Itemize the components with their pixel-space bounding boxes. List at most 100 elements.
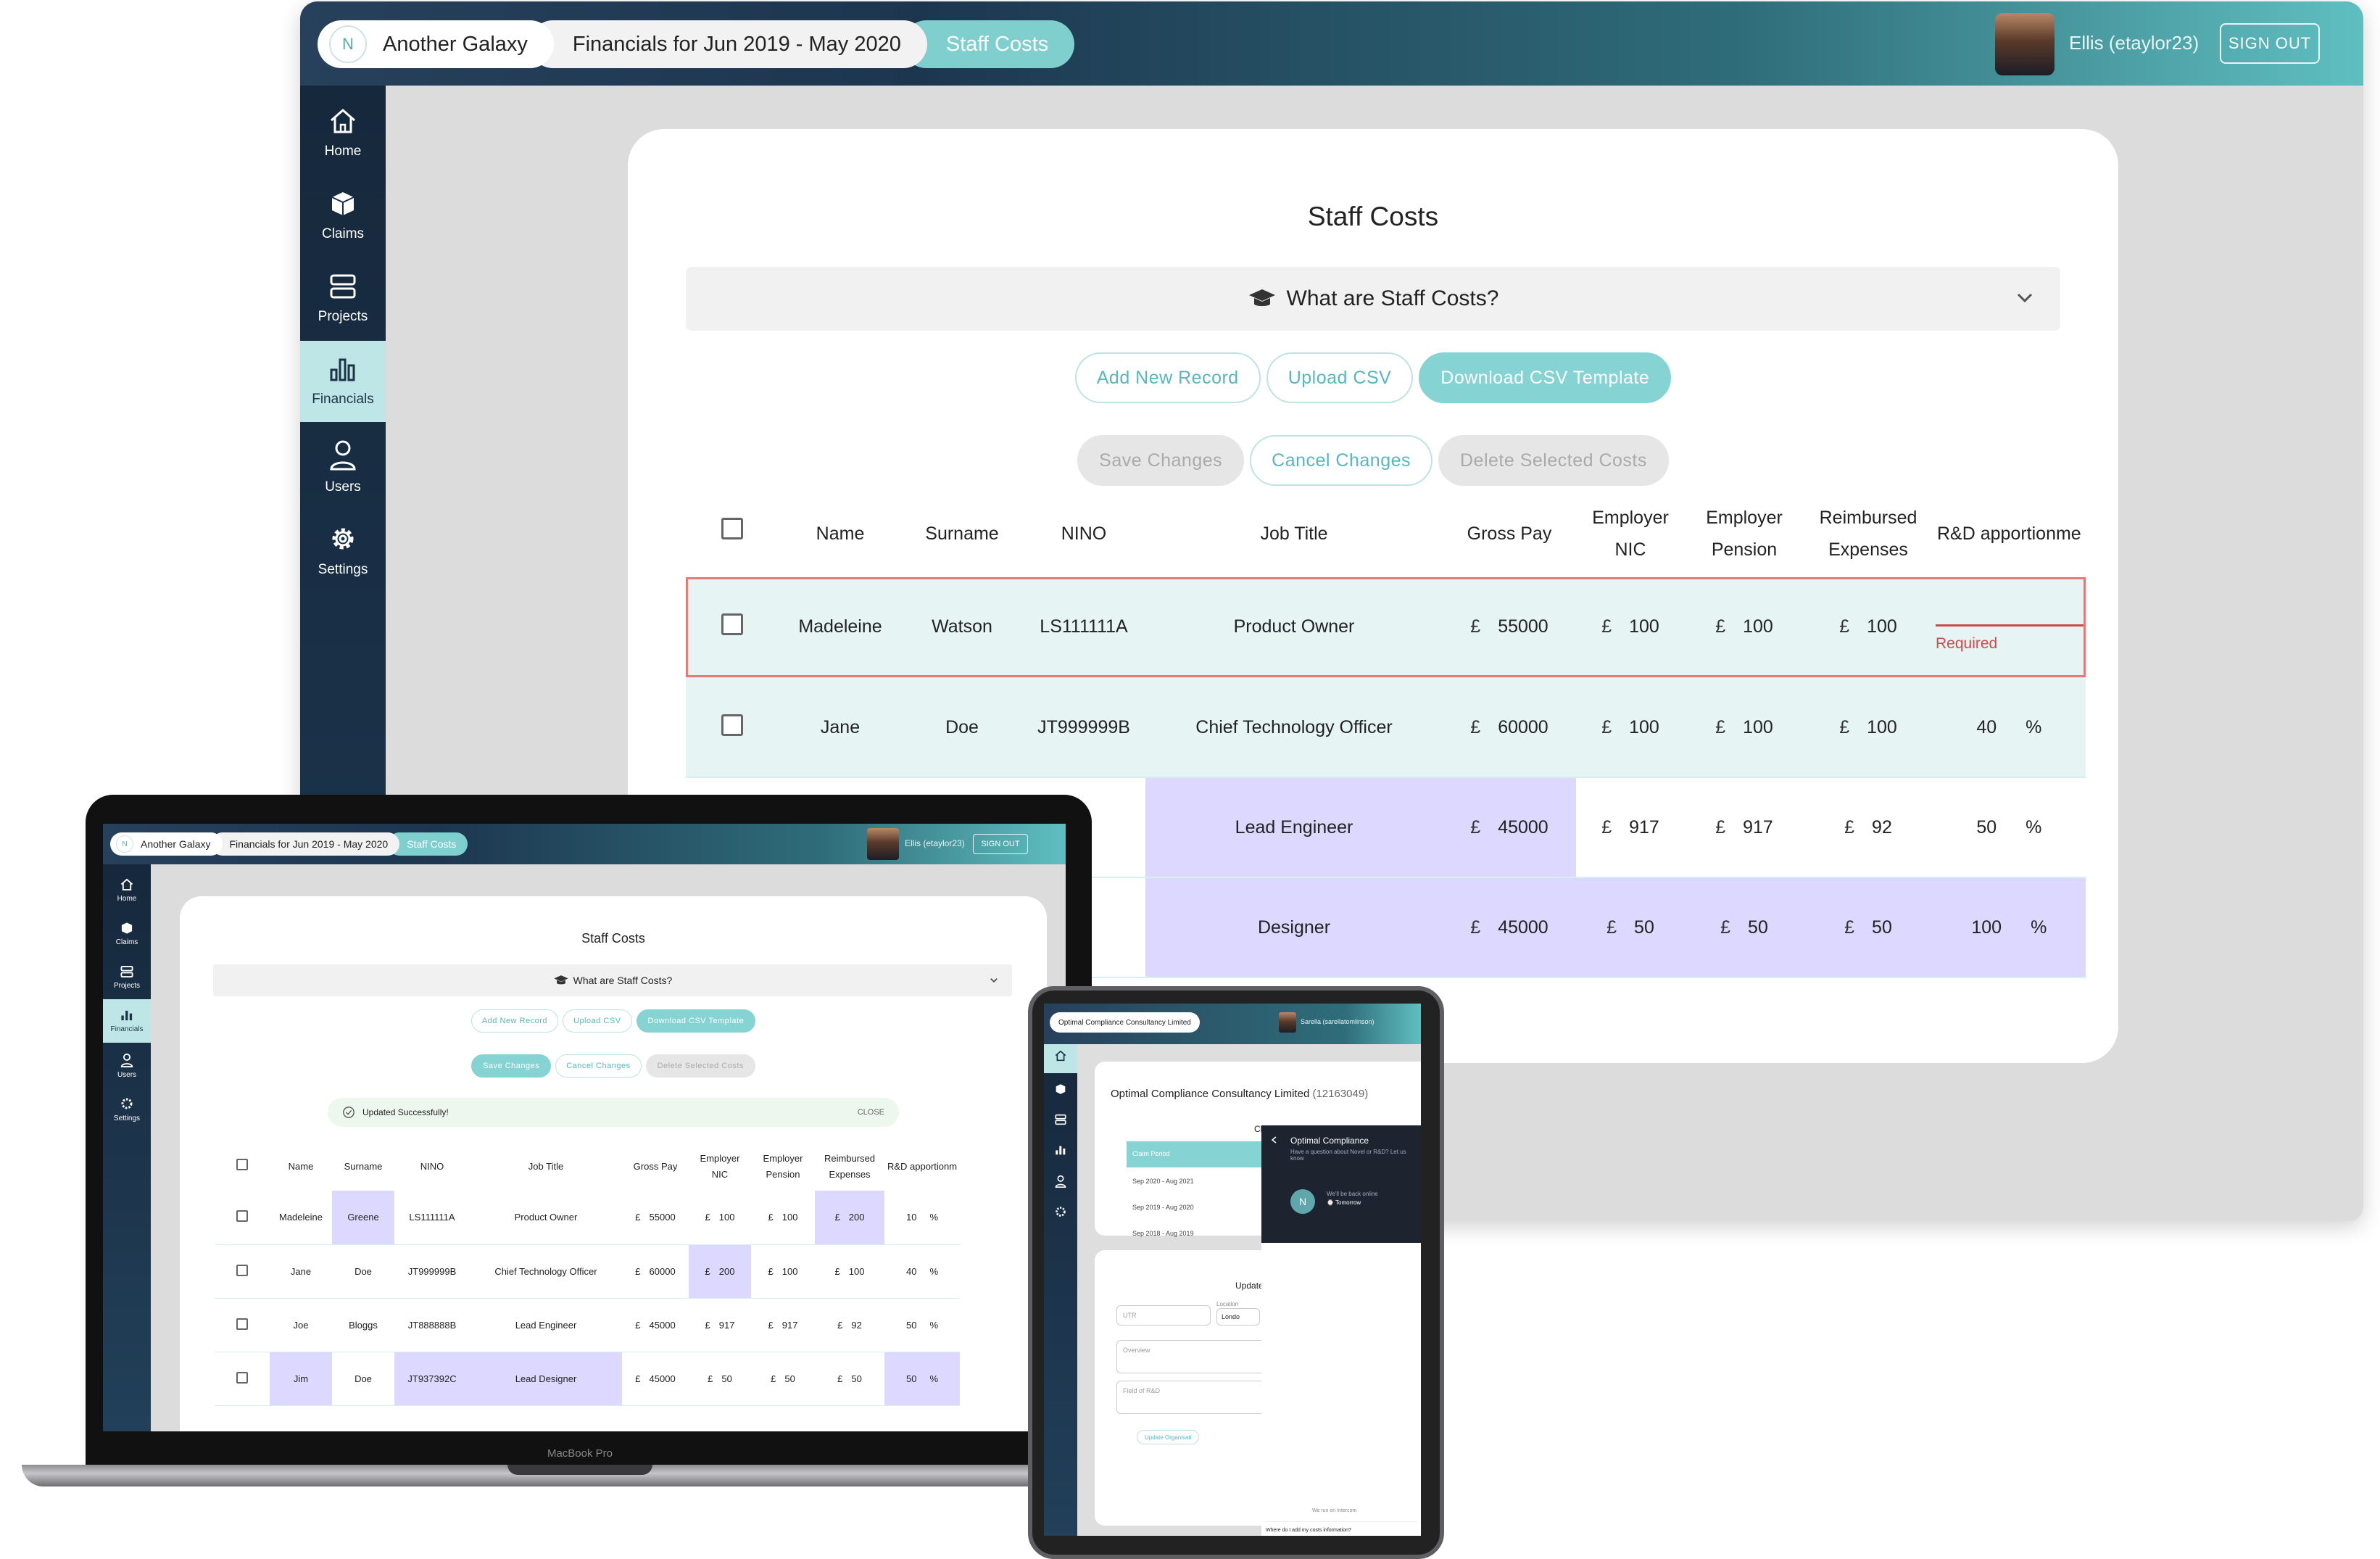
breadcrumb-company[interactable]: Optimal Compliance Consultancy Limited: [1050, 1012, 1200, 1033]
cell-employer-pension[interactable]: £100: [1685, 677, 1804, 778]
cell-surname[interactable]: Doe: [332, 1244, 394, 1299]
column-header[interactable]: NINO: [394, 1143, 470, 1191]
cell-job-title[interactable]: Lead Engineer: [470, 1298, 622, 1352]
cell-surname[interactable]: Doe: [902, 677, 1022, 778]
column-header[interactable]: Gross Pay: [1443, 490, 1576, 577]
cell-job-title[interactable]: Product Owner: [470, 1191, 622, 1245]
cell-gross-pay[interactable]: £45000: [1443, 877, 1576, 978]
avatar[interactable]: [1279, 1012, 1296, 1033]
column-header[interactable]: Gross Pay: [622, 1143, 689, 1191]
sign-out-button[interactable]: SIGN OUT: [973, 834, 1028, 854]
sidebar-item-users[interactable]: Users: [103, 1044, 151, 1088]
cell-expenses[interactable]: £92: [815, 1298, 884, 1352]
save-changes-button[interactable]: Save Changes: [471, 1054, 552, 1078]
cell-nino[interactable]: JT888888B: [394, 1298, 470, 1352]
cell-expenses[interactable]: £92: [1804, 777, 1933, 878]
cell-employer-nic[interactable]: £50: [689, 1352, 751, 1406]
breadcrumb-company[interactable]: N Another Galaxy: [318, 20, 554, 68]
sidebar-item-financials[interactable]: Financials: [300, 341, 386, 422]
cell-surname[interactable]: Greene: [332, 1191, 394, 1245]
cell-employer-pension[interactable]: £50: [1685, 877, 1804, 978]
upload-csv-button[interactable]: Upload CSV: [563, 1009, 632, 1033]
sidebar-item-home[interactable]: Home: [103, 869, 151, 912]
cancel-changes-button[interactable]: Cancel Changes: [1250, 435, 1432, 486]
sidebar-item-settings[interactable]: Settings: [103, 1088, 151, 1131]
column-header[interactable]: Job Title: [470, 1143, 622, 1191]
cancel-changes-button[interactable]: Cancel Changes: [555, 1054, 642, 1078]
table-row[interactable]: Madeleine Greene LS111111A Product Owner…: [215, 1191, 961, 1245]
sidebar-item-home[interactable]: Home: [300, 93, 386, 174]
cell-gross-pay[interactable]: £45000: [1443, 777, 1576, 878]
column-header[interactable]: Reimbursed Expenses: [815, 1143, 884, 1191]
cell-rd[interactable]: 40%: [1933, 677, 2086, 778]
table-row[interactable]: Jane Doe JT999999B Chief Technology Offi…: [686, 677, 2086, 778]
cell-nino[interactable]: JT999999B: [394, 1244, 470, 1299]
cell-gross-pay[interactable]: £55000: [1443, 577, 1576, 678]
breadcrumb-staff-costs[interactable]: Staff Costs: [388, 832, 468, 856]
column-header[interactable]: Name: [779, 490, 902, 577]
column-header[interactable]: Employer NIC: [689, 1143, 751, 1191]
cell-name[interactable]: Jim: [270, 1352, 332, 1406]
cell-expenses[interactable]: £50: [1804, 877, 1933, 978]
cell-name[interactable]: Jane: [779, 677, 902, 778]
avatar[interactable]: [867, 828, 899, 860]
update-organisation-button[interactable]: Update Organisati: [1137, 1430, 1200, 1444]
cell-job-title[interactable]: Chief Technology Officer: [1145, 677, 1443, 778]
sidebar-item-financials[interactable]: Financials: [103, 999, 151, 1043]
select-all-checkbox[interactable]: [721, 518, 743, 539]
cell-rd[interactable]: 50%: [884, 1352, 961, 1406]
back-arrow-icon[interactable]: [1270, 1136, 1279, 1144]
sidebar-item-projects[interactable]: Projects: [103, 956, 151, 999]
table-row[interactable]: Madeleine Watson LS111111A Product Owner…: [686, 577, 2086, 678]
column-header[interactable]: Surname: [332, 1143, 394, 1191]
claim-row[interactable]: Sep 2020 - Aug 2021: [1132, 1178, 1194, 1185]
cell-gross-pay[interactable]: £60000: [622, 1244, 689, 1299]
cell-employer-pension[interactable]: £50: [751, 1352, 815, 1406]
cell-employer-pension[interactable]: £100: [1685, 577, 1804, 678]
cell-employer-nic[interactable]: £50: [1576, 877, 1685, 978]
cell-employer-nic[interactable]: £100: [689, 1191, 751, 1245]
table-row[interactable]: Jane Doe JT999999B Chief Technology Offi…: [215, 1244, 961, 1299]
cell-employer-pension[interactable]: £917: [751, 1298, 815, 1352]
cell-employer-nic[interactable]: £100: [1576, 677, 1685, 778]
cell-employer-pension[interactable]: £917: [1685, 777, 1804, 878]
column-header[interactable]: Job Title: [1145, 490, 1443, 577]
cell-rd[interactable]: 50%: [1933, 777, 2086, 878]
cell-employer-nic[interactable]: £100: [1576, 577, 1685, 678]
cell-job-title[interactable]: Lead Engineer: [1145, 777, 1443, 878]
row-checkbox[interactable]: [721, 613, 743, 635]
cell-nino[interactable]: LS111111A: [394, 1191, 470, 1245]
breadcrumb-staff-costs[interactable]: Staff Costs: [902, 20, 1075, 68]
utr-field[interactable]: UTR: [1116, 1305, 1211, 1326]
cell-rd[interactable]: 40%: [884, 1244, 961, 1299]
sidebar-item-settings[interactable]: Settings: [300, 510, 386, 592]
chat-message-input[interactable]: Where do I add my costs information?: [1266, 1521, 1418, 1533]
field-of-rd-field[interactable]: Field of R&D: [1116, 1381, 1269, 1414]
column-header[interactable]: Employer NIC: [1576, 490, 1685, 577]
cell-gross-pay[interactable]: £45000: [622, 1352, 689, 1406]
cell-surname[interactable]: Watson: [902, 577, 1022, 678]
breadcrumb-company[interactable]: N Another Galaxy: [110, 832, 223, 856]
cell-nino[interactable]: LS111111A: [1022, 577, 1145, 678]
sidebar-item-users[interactable]: Users: [300, 426, 386, 508]
cell-name[interactable]: Madeleine: [270, 1191, 332, 1245]
alert-close-button[interactable]: CLOSE: [858, 1108, 884, 1117]
column-header[interactable]: Name: [270, 1143, 332, 1191]
cell-name[interactable]: Madeleine: [779, 577, 902, 678]
cell-expenses[interactable]: £50: [815, 1352, 884, 1406]
cell-nino[interactable]: JT937392C: [394, 1352, 470, 1406]
cell-rd[interactable]: 50%: [884, 1298, 961, 1352]
sign-out-button[interactable]: SIGN OUT: [2220, 23, 2320, 64]
row-checkbox[interactable]: [236, 1371, 248, 1384]
cell-name[interactable]: Jane: [270, 1244, 332, 1299]
cell-employer-pension[interactable]: £100: [751, 1191, 815, 1245]
download-csv-template-button[interactable]: Download CSV Template: [1419, 352, 1672, 403]
cell-rd[interactable]: 100%: [1933, 877, 2086, 978]
cell-rd-required[interactable]: Required: [1933, 577, 2086, 678]
add-new-record-button[interactable]: Add New Record: [1074, 352, 1261, 403]
staff-costs-accordion[interactable]: What are Staff Costs?: [213, 964, 1012, 996]
cell-job-title[interactable]: Product Owner: [1145, 577, 1443, 678]
cell-expenses[interactable]: £200: [815, 1191, 884, 1245]
select-all-checkbox[interactable]: [236, 1158, 248, 1170]
delete-selected-costs-button[interactable]: Delete Selected Costs: [1438, 435, 1669, 486]
